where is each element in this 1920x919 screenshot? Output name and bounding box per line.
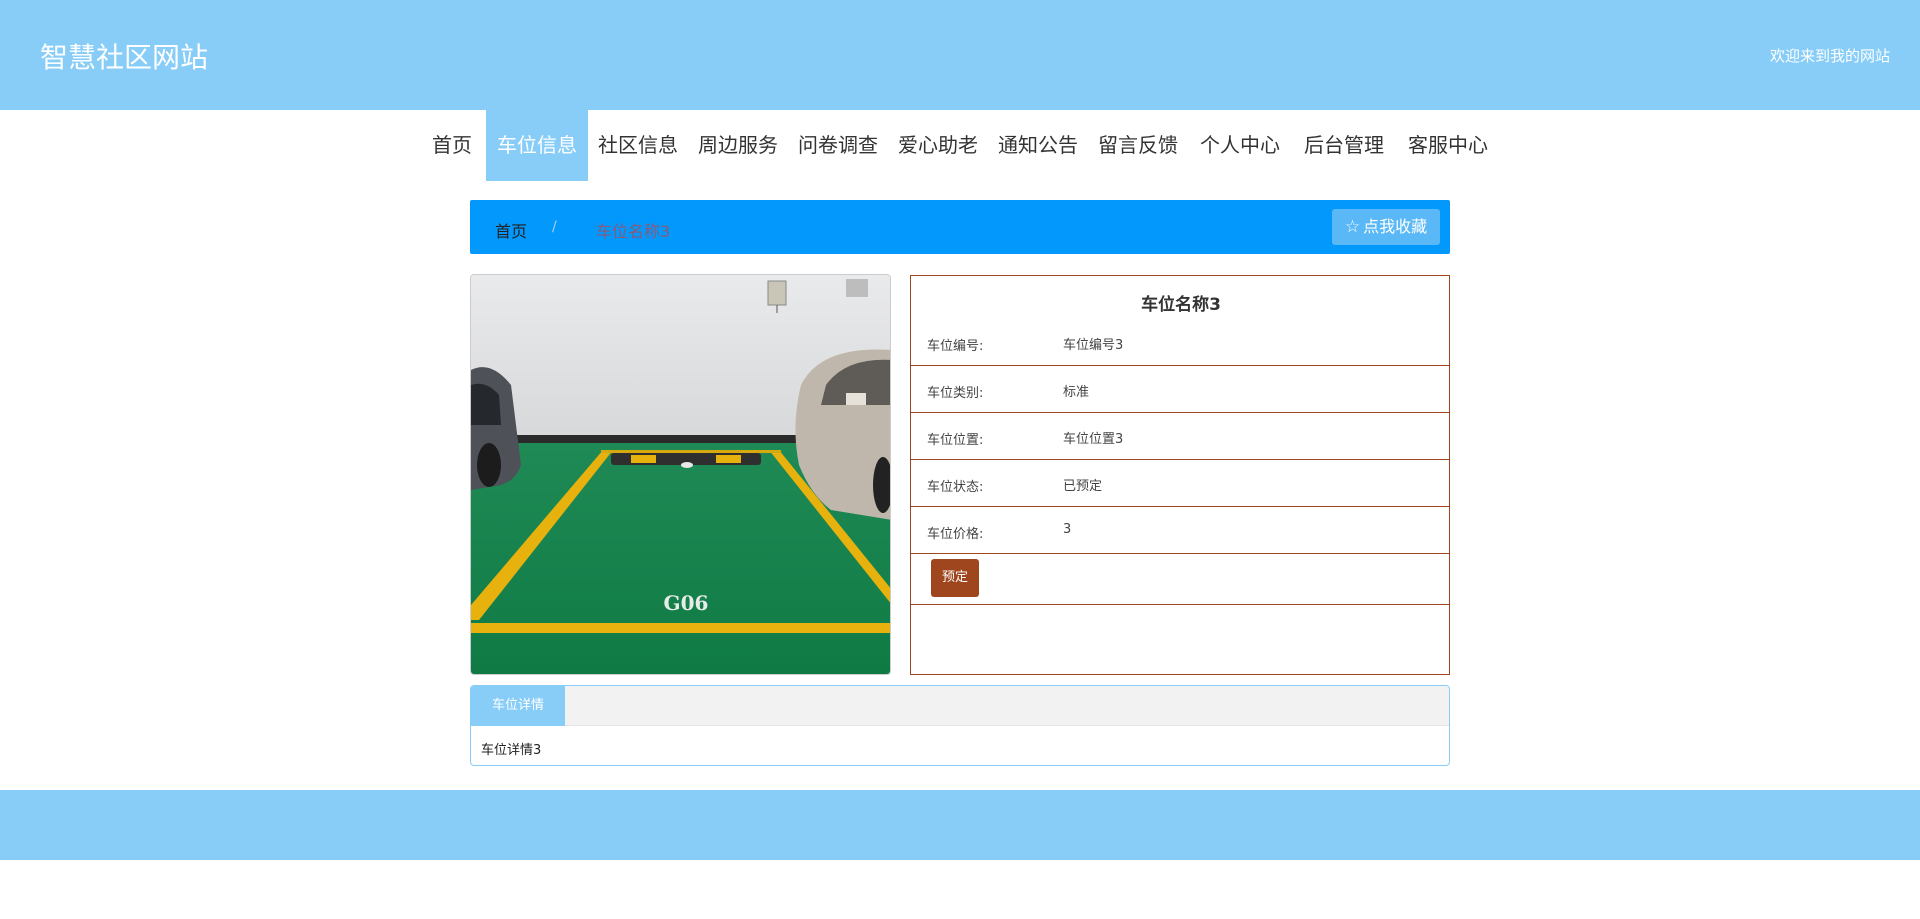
field-row: 车位编号: 车位编号3: [911, 319, 1449, 366]
nav-item-profile[interactable]: 个人中心: [1192, 110, 1288, 181]
field-label-category: 车位类别:: [927, 386, 984, 401]
footer-bar: [0, 790, 1920, 860]
field-label-status: 车位状态:: [927, 480, 984, 495]
favorite-button-label: 点我收藏: [1363, 217, 1428, 236]
nav-item-elder-care[interactable]: 爱心助老: [890, 110, 986, 181]
parking-space-photo: G06: [470, 274, 891, 675]
field-value-category: 标准: [1063, 385, 1090, 400]
nav-item-notice[interactable]: 通知公告: [990, 110, 1086, 181]
parking-detail-panel: 车位名称3 车位编号: 车位编号3 车位类别: 标准 车位位置: 车位位置3 车…: [910, 275, 1450, 675]
action-row: [911, 554, 1449, 605]
tab-content: 车位详情3: [481, 743, 542, 758]
field-value-price: 3: [1063, 522, 1072, 537]
tab-parking-detail[interactable]: 车位详情: [471, 686, 565, 726]
field-row: 车位类别: 标准: [911, 366, 1449, 413]
field-row: 车位状态: 已预定: [911, 460, 1449, 507]
main-nav: 首页 车位信息 社区信息 周边服务 问卷调查 爱心助老 通知公告 留言反馈 个人…: [0, 110, 1920, 181]
field-row: 车位价格: 3: [911, 507, 1449, 554]
star-outline-icon: ☆: [1344, 217, 1361, 237]
field-label-price: 车位价格:: [927, 527, 984, 542]
nav-item-survey[interactable]: 问卷调查: [790, 110, 886, 181]
field-row: 车位位置: 车位位置3: [911, 413, 1449, 460]
welcome-text: 欢迎来到我的网站: [1769, 47, 1890, 65]
breadcrumb-separator: /: [552, 219, 557, 235]
space-marking-text: G06: [664, 591, 709, 615]
field-label-number: 车位编号:: [927, 339, 984, 354]
nav-item-nearby[interactable]: 周边服务: [690, 110, 786, 181]
site-title[interactable]: 智慧社区网站: [40, 36, 208, 76]
detail-tabs: 车位详情 车位详情3: [470, 685, 1450, 766]
nav-item-community[interactable]: 社区信息: [590, 110, 686, 181]
parking-name-title: 车位名称3: [1141, 295, 1221, 315]
field-value-number: 车位编号3: [1063, 338, 1124, 353]
field-value-status: 已预定: [1063, 479, 1103, 494]
parking-space-image: G06: [471, 275, 890, 674]
nav-item-parking[interactable]: 车位信息: [486, 110, 588, 181]
breadcrumb-bar: 首页 / 车位名称3 ☆ 点我收藏: [470, 200, 1450, 254]
tab-header: 车位详情: [471, 686, 1449, 726]
nav-item-home[interactable]: 首页: [422, 110, 482, 181]
top-header: 智慧社区网站 欢迎来到我的网站: [0, 0, 1920, 110]
field-label-location: 车位位置:: [927, 433, 984, 448]
nav-item-feedback[interactable]: 留言反馈: [1090, 110, 1186, 181]
favorite-button[interactable]: ☆ 点我收藏: [1332, 209, 1440, 245]
breadcrumb-home[interactable]: 首页: [495, 218, 527, 242]
nav-item-admin[interactable]: 后台管理: [1296, 110, 1392, 181]
book-button[interactable]: 预定: [931, 559, 979, 597]
field-value-location: 车位位置3: [1063, 432, 1124, 447]
breadcrumb-current: 车位名称3: [596, 222, 671, 241]
nav-item-service[interactable]: 客服中心: [1400, 110, 1496, 181]
